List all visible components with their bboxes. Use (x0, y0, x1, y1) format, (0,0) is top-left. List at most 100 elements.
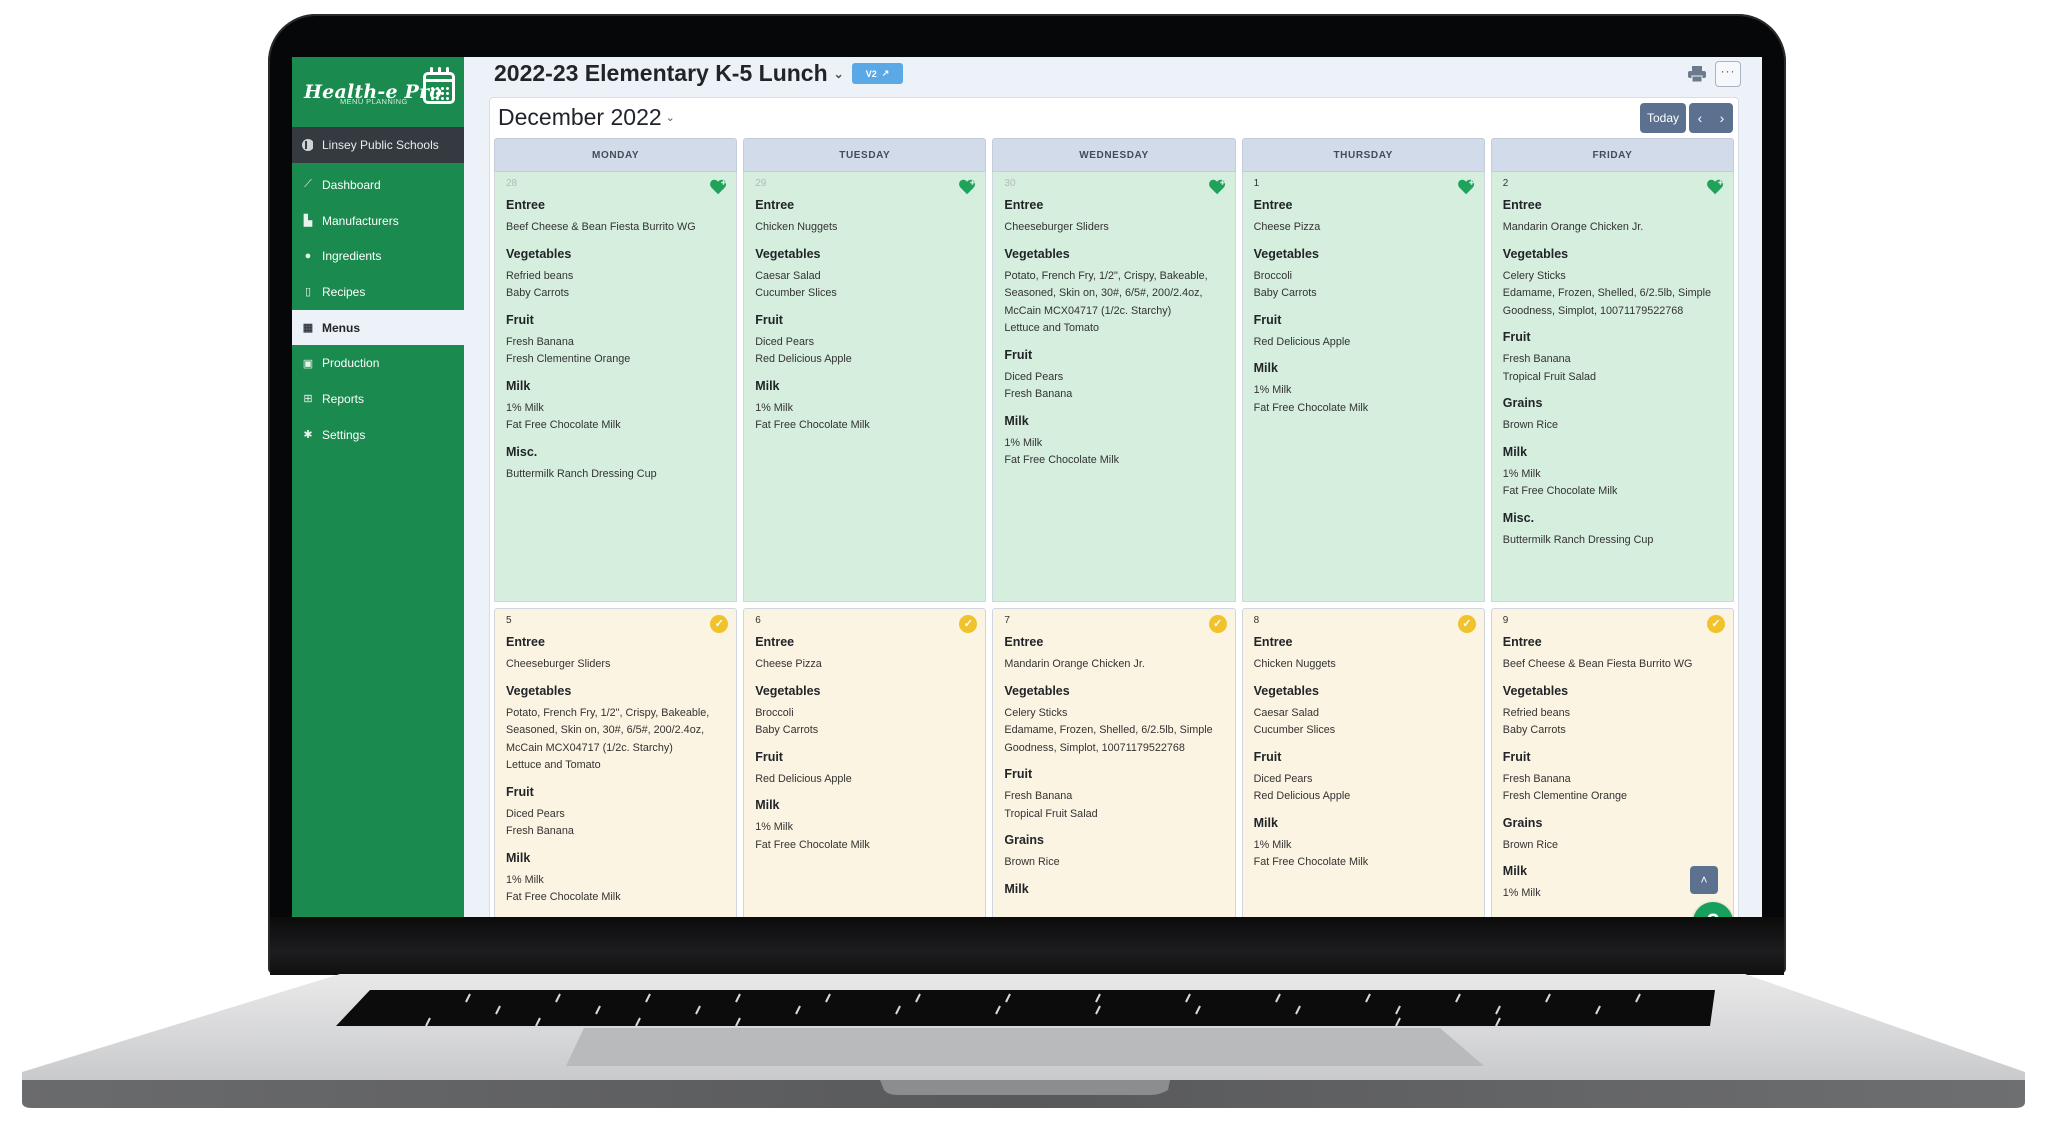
menu-item[interactable]: Fresh Banana (1503, 351, 1722, 369)
menu-item[interactable]: Edamame, Frozen, Shelled, 6/2.5lb, Simpl… (1503, 285, 1722, 320)
sidebar-item-reports[interactable]: ⊞ Reports (292, 381, 464, 417)
menu-item[interactable]: 1% Milk (1004, 435, 1223, 453)
menu-item[interactable]: 1% Milk (506, 872, 725, 890)
menu-item[interactable]: Tropical Fruit Salad (1004, 806, 1223, 824)
menu-item[interactable]: Red Delicious Apple (755, 771, 974, 789)
sidebar-item-settings[interactable]: ✱ Settings (292, 417, 464, 453)
menu-item[interactable]: Celery Sticks (1503, 268, 1722, 286)
sidebar-item-recipes[interactable]: ▯ Recipes (292, 274, 464, 310)
menu-item[interactable]: Edamame, Frozen, Shelled, 6/2.5lb, Simpl… (1004, 722, 1223, 757)
menu-item[interactable]: Cucumber Slices (1254, 722, 1473, 740)
organization-selector[interactable]: Linsey Public Schools (292, 127, 464, 163)
heart-plus-icon[interactable] (1457, 178, 1476, 196)
menu-item[interactable]: 1% Milk (506, 400, 725, 418)
menu-item[interactable]: Brown Rice (1004, 854, 1223, 872)
menu-item[interactable]: Beef Cheese & Bean Fiesta Burrito WG (506, 219, 725, 237)
menu-item[interactable]: Fresh Banana (1503, 771, 1722, 789)
menu-item[interactable]: Lettuce and Tomato (1004, 320, 1223, 338)
sidebar-item-menus[interactable]: ▦ Menus (292, 309, 464, 346)
menu-item[interactable]: Diced Pears (1254, 771, 1473, 789)
menu-item[interactable]: Beef Cheese & Bean Fiesta Burrito WG (1503, 656, 1722, 674)
menu-item[interactable]: Fresh Banana (1004, 386, 1223, 404)
menu-item[interactable]: Fat Free Chocolate Milk (506, 417, 725, 435)
menu-item[interactable]: Broccoli (1254, 268, 1473, 286)
day-cell[interactable]: 5 ✓ Entree Cheeseburger Sliders Vegetables Po… (494, 608, 738, 917)
brand-logo[interactable]: Health-e Pro MENU PLANNING (292, 57, 464, 127)
sidebar-item-production[interactable]: ▣ Production (292, 345, 464, 381)
menu-item[interactable]: Baby Carrots (506, 285, 725, 303)
menu-item[interactable]: Red Delicious Apple (755, 351, 974, 369)
menu-item[interactable]: Refried beans (506, 268, 725, 286)
previous-week-button[interactable]: ‹ (1698, 110, 1703, 126)
menu-item[interactable]: Diced Pears (1004, 369, 1223, 387)
menu-item[interactable]: Fat Free Chocolate Milk (755, 837, 974, 855)
menu-item[interactable]: Cheeseburger Sliders (1004, 219, 1223, 237)
menu-item[interactable]: Red Delicious Apple (1254, 334, 1473, 352)
next-week-button[interactable]: › (1720, 110, 1725, 126)
menu-item[interactable]: Diced Pears (755, 334, 974, 352)
menu-item[interactable]: Baby Carrots (755, 722, 974, 740)
menu-item[interactable]: 1% Milk (1254, 382, 1473, 400)
menu-item[interactable]: Fat Free Chocolate Milk (1004, 452, 1223, 470)
day-cell[interactable]: 2 Entree Mandarin Orange Chicken Jr. Vegeta… (1490, 172, 1734, 602)
menu-item[interactable]: Potato, French Fry, 1/2", Crispy, Bakeab… (1004, 268, 1223, 321)
menu-item[interactable]: Brown Rice (1503, 417, 1722, 435)
menu-item[interactable]: Baby Carrots (1254, 285, 1473, 303)
heart-plus-icon[interactable] (1208, 178, 1227, 196)
day-cell[interactable]: 30 Entree Cheeseburger Sliders Vegetables Po… (992, 172, 1236, 602)
menu-item[interactable]: Fresh Banana (1004, 788, 1223, 806)
menu-item[interactable]: Potato, French Fry, 1/2", Crispy, Bakeab… (506, 705, 725, 758)
menu-item[interactable]: Fresh Banana (506, 823, 725, 841)
menu-item[interactable]: Chicken Nuggets (755, 219, 974, 237)
menu-item[interactable]: Baby Carrots (1503, 722, 1722, 740)
menu-item[interactable]: Fresh Clementine Orange (1503, 788, 1722, 806)
day-cell[interactable]: 6 ✓ Entree Cheese Pizza Vegetables Broccoli Ba… (743, 608, 987, 917)
menu-item[interactable]: Chicken Nuggets (1254, 656, 1473, 674)
menu-title-dropdown[interactable]: 2022-23 Elementary K-5 Lunch ⌄ V2 ↗ (494, 60, 904, 87)
menu-item[interactable]: Caesar Salad (755, 268, 974, 286)
day-cell[interactable]: 8 ✓ Entree Chicken Nuggets Vegetables Caesar … (1241, 608, 1485, 917)
menu-item[interactable]: 1% Milk (755, 400, 974, 418)
menu-item[interactable]: Mandarin Orange Chicken Jr. (1004, 656, 1223, 674)
menu-item[interactable]: Fat Free Chocolate Milk (1503, 483, 1722, 501)
menu-item[interactable]: Fresh Banana (506, 334, 725, 352)
menu-item[interactable]: 1% Milk (755, 819, 974, 837)
print-icon[interactable] (1688, 66, 1706, 82)
menu-item[interactable]: Refried beans (1503, 705, 1722, 723)
menu-item[interactable]: Buttermilk Ranch Dressing Cup (506, 466, 725, 484)
menu-item[interactable]: Cheese Pizza (1254, 219, 1473, 237)
menu-item[interactable]: Cucumber Slices (755, 285, 974, 303)
heart-plus-icon[interactable] (1707, 178, 1725, 196)
menu-item[interactable]: Cheese Pizza (755, 656, 974, 674)
today-button[interactable]: Today (1640, 103, 1686, 133)
menu-item[interactable]: Celery Sticks (1004, 705, 1223, 723)
menu-item[interactable]: Fat Free Chocolate Milk (1254, 854, 1473, 872)
scroll-to-top-button[interactable]: ˄ (1690, 866, 1718, 894)
month-selector[interactable]: December 2022 ⌄ (498, 104, 675, 131)
menu-item[interactable]: Red Delicious Apple (1254, 788, 1473, 806)
heart-plus-icon[interactable] (710, 178, 728, 196)
menu-item[interactable]: Tropical Fruit Salad (1503, 369, 1722, 387)
menu-item[interactable]: Caesar Salad (1254, 705, 1473, 723)
menu-item[interactable]: Mandarin Orange Chicken Jr. (1503, 219, 1722, 237)
menu-item[interactable]: Fresh Clementine Orange (506, 351, 725, 369)
day-cell[interactable]: 1 Entree Cheese Pizza Vegetables Broccoli Bab… (1241, 172, 1485, 602)
sidebar-item-manufacturers[interactable]: ▙ Manufacturers (292, 203, 464, 239)
menu-item[interactable]: Fat Free Chocolate Milk (506, 889, 725, 907)
menu-item[interactable]: Broccoli (755, 705, 974, 723)
version-badge[interactable]: V2 ↗ (851, 63, 904, 84)
sidebar-item-ingredients[interactable]: ● Ingredients (292, 238, 464, 274)
day-cell[interactable]: 7 ✓ Entree Mandarin Orange Chicken Jr. Veget… (992, 608, 1236, 917)
menu-item[interactable]: Cheeseburger Sliders (506, 656, 725, 674)
more-options-button[interactable]: ··· (1715, 61, 1741, 87)
day-cell[interactable]: 28 Entree Beef Cheese & Bean Fiesta Burrit… (494, 172, 738, 602)
menu-item[interactable]: Lettuce and Tomato (506, 757, 725, 775)
day-cell[interactable]: 29 Entree Chicken Nuggets Vegetables Caesar … (743, 172, 987, 602)
menu-item[interactable]: Diced Pears (506, 806, 725, 824)
menu-item[interactable]: Fat Free Chocolate Milk (755, 417, 974, 435)
menu-item[interactable]: Fat Free Chocolate Milk (1254, 400, 1473, 418)
menu-item[interactable]: 1% Milk (1254, 837, 1473, 855)
menu-item[interactable]: 1% Milk (1503, 466, 1722, 484)
sidebar-item-dashboard[interactable]: ⟋ Dashboard (292, 167, 464, 203)
menu-item[interactable]: Buttermilk Ranch Dressing Cup (1503, 532, 1722, 550)
